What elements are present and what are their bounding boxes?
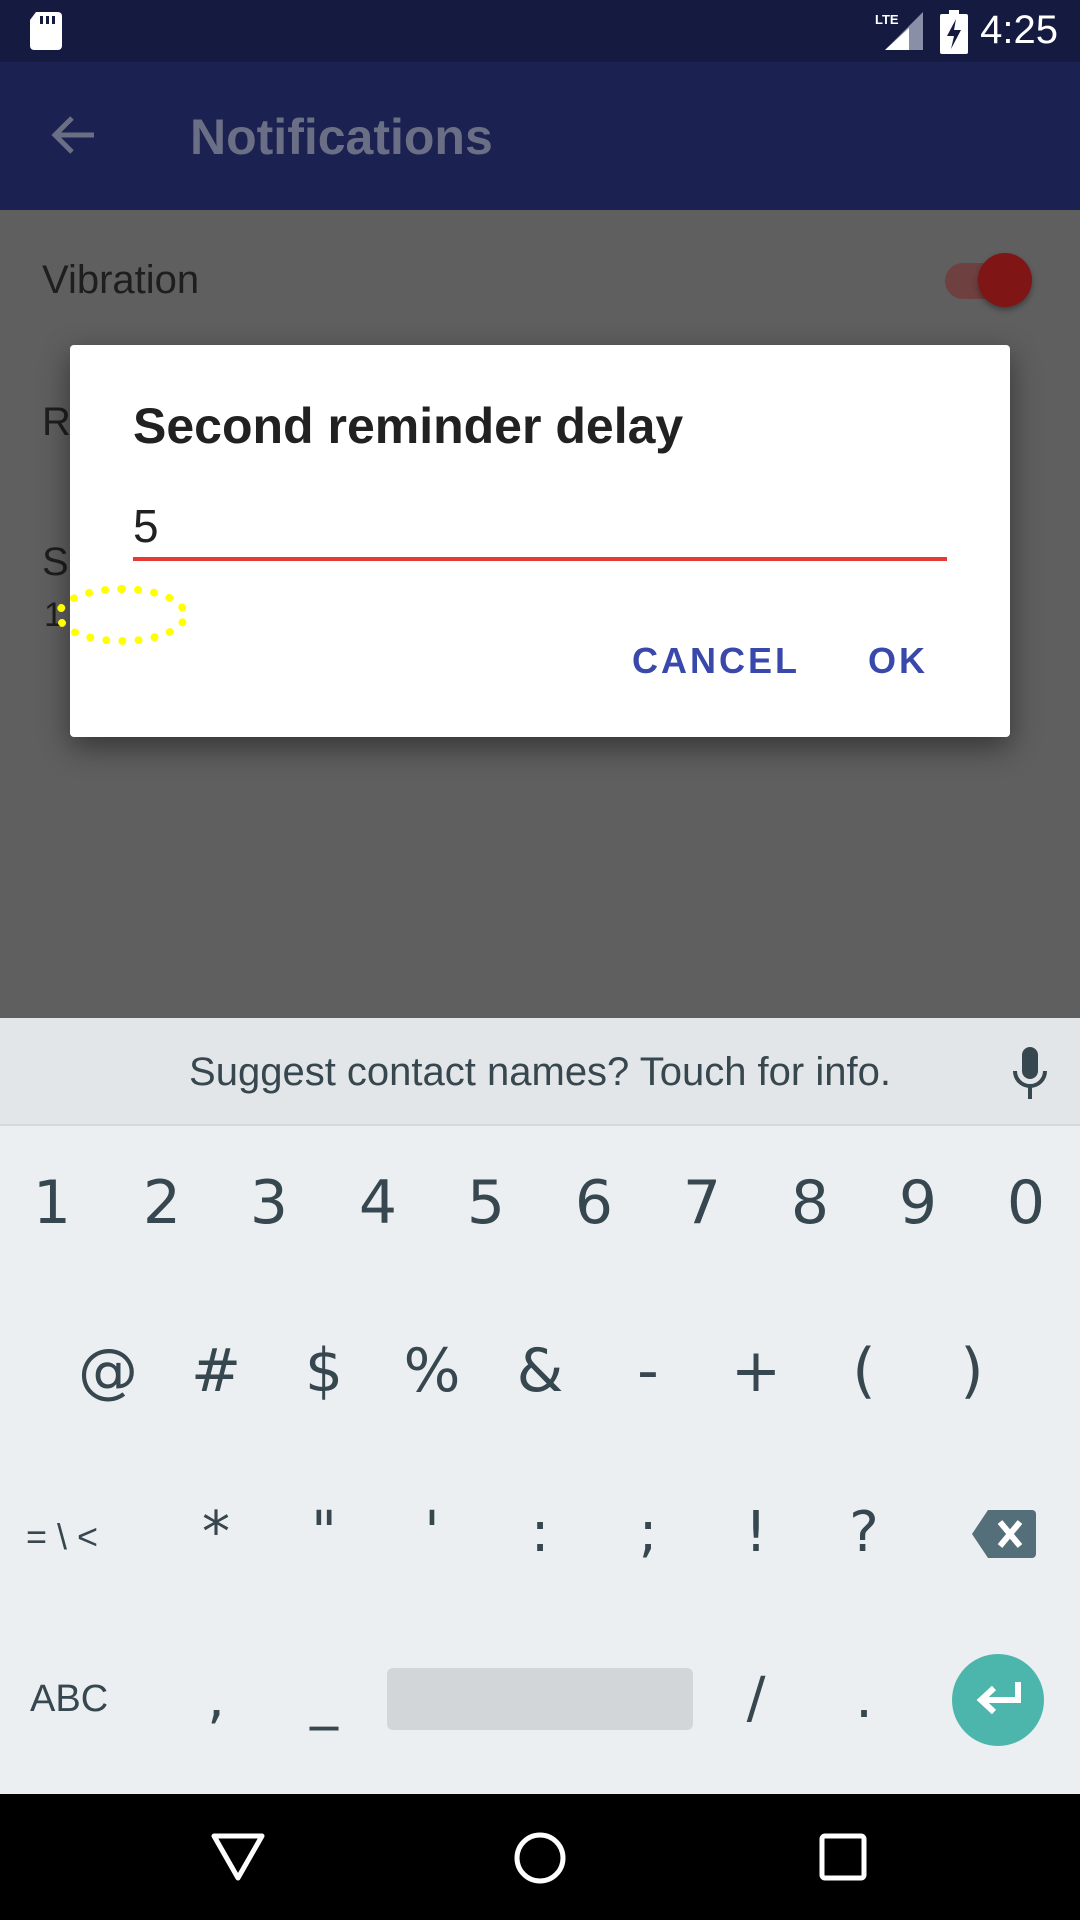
- nav-home-icon[interactable]: [512, 1830, 568, 1886]
- lte-signal-icon: LTE: [875, 12, 923, 50]
- app-bar: [0, 62, 1080, 210]
- key-5[interactable]: 5: [441, 1168, 531, 1238]
- key-single-quote[interactable]: ': [387, 1500, 477, 1565]
- key-0[interactable]: 0: [981, 1168, 1071, 1238]
- key-minus[interactable]: -: [603, 1336, 693, 1406]
- page-title: Notifications: [190, 109, 493, 165]
- key-close-paren[interactable]: ): [927, 1336, 1017, 1406]
- key-hash[interactable]: #: [171, 1336, 261, 1406]
- nav-back-icon[interactable]: [210, 1832, 266, 1882]
- key-underscore[interactable]: _: [279, 1666, 369, 1731]
- suggestion-text[interactable]: Suggest contact names? Touch for info.: [0, 1050, 1080, 1095]
- key-period[interactable]: .: [819, 1666, 909, 1731]
- key-double-quote[interactable]: ": [279, 1500, 369, 1565]
- sd-card-icon: [30, 12, 62, 50]
- key-asterisk[interactable]: *: [171, 1500, 261, 1565]
- backspace-icon[interactable]: [972, 1510, 1036, 1558]
- key-8[interactable]: 8: [765, 1168, 855, 1238]
- arrow-left-icon[interactable]: [48, 110, 98, 160]
- key-colon[interactable]: :: [495, 1500, 585, 1565]
- key-7[interactable]: 7: [657, 1168, 747, 1238]
- key-enter[interactable]: [952, 1654, 1044, 1746]
- key-9[interactable]: 9: [873, 1168, 963, 1238]
- key-more-symbols[interactable]: = \ <: [26, 1516, 136, 1558]
- cancel-button[interactable]: CANCEL: [632, 640, 800, 682]
- lte-text: LTE: [875, 12, 899, 27]
- tap-indicator: [55, 585, 189, 645]
- key-space[interactable]: [387, 1668, 693, 1730]
- key-exclamation[interactable]: !: [711, 1500, 801, 1565]
- key-comma[interactable]: ,: [171, 1666, 261, 1731]
- key-percent[interactable]: %: [387, 1336, 477, 1406]
- key-4[interactable]: 4: [333, 1168, 423, 1238]
- key-1[interactable]: 1: [7, 1168, 97, 1238]
- key-dollar[interactable]: $: [279, 1336, 369, 1406]
- vibration-toggle[interactable]: [978, 253, 1032, 307]
- vibration-label: Vibration: [42, 258, 200, 302]
- setting-item-partial-label[interactable]: S: [42, 540, 69, 585]
- key-3[interactable]: 3: [224, 1168, 314, 1238]
- nav-recents-icon[interactable]: [818, 1832, 868, 1882]
- ok-button[interactable]: OK: [868, 640, 928, 682]
- enter-arrow-icon: [976, 1682, 1021, 1715]
- key-ampersand[interactable]: &: [495, 1336, 585, 1406]
- key-slash[interactable]: /: [711, 1666, 801, 1731]
- delay-input[interactable]: [133, 495, 947, 561]
- key-question[interactable]: ?: [819, 1500, 909, 1565]
- key-6[interactable]: 6: [549, 1168, 639, 1238]
- key-abc[interactable]: ABC: [30, 1678, 140, 1721]
- key-2[interactable]: 2: [117, 1168, 207, 1238]
- microphone-icon[interactable]: [1010, 1045, 1050, 1101]
- key-plus[interactable]: +: [711, 1336, 801, 1406]
- key-at[interactable]: @: [63, 1336, 153, 1406]
- battery-charging-icon: [940, 10, 968, 54]
- dialog-title: Second reminder delay: [133, 398, 684, 454]
- status-time: 4:25: [980, 8, 1058, 52]
- key-semicolon[interactable]: ;: [603, 1500, 693, 1565]
- key-open-paren[interactable]: (: [819, 1336, 909, 1406]
- setting-item-partial-label[interactable]: R: [42, 400, 71, 445]
